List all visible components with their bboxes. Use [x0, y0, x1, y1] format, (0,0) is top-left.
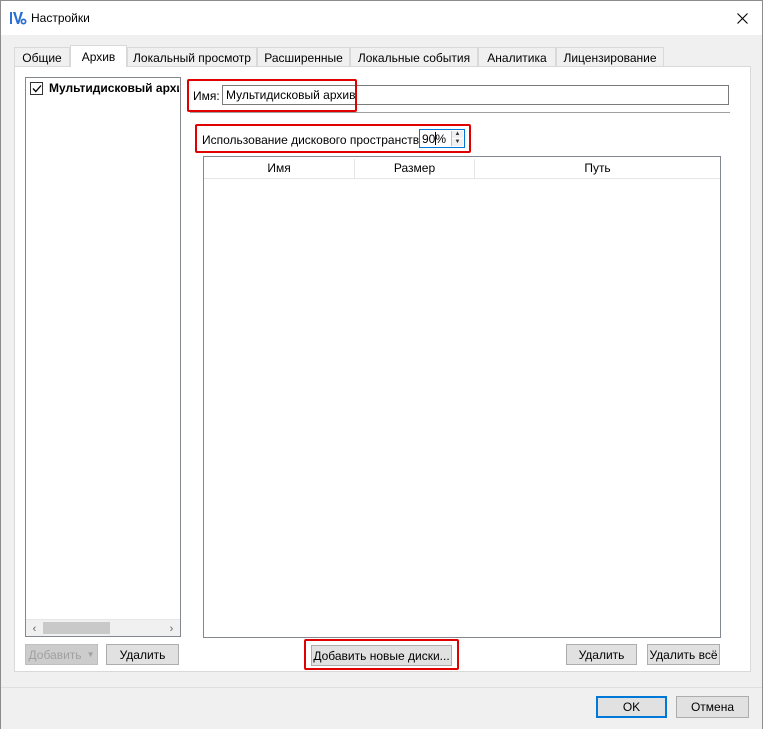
settings-window: Настройки Общие Архив Локальный просмотр… [0, 0, 763, 729]
chevron-down-icon: ▼ [86, 650, 95, 659]
scroll-right-icon[interactable]: › [163, 620, 180, 637]
title-bar: Настройки [1, 1, 762, 35]
tab-licensing[interactable]: Лицензирование [556, 47, 664, 67]
checkmark-icon [32, 84, 41, 92]
archive-name-input[interactable] [222, 85, 729, 105]
disks-table[interactable]: Имя Размер Путь [203, 156, 721, 638]
tab-analytics[interactable]: Аналитика [478, 47, 556, 67]
list-item-multidisk-archive[interactable]: Мультидисковый архив [27, 79, 179, 97]
spin-up-icon[interactable]: ▲ [452, 131, 463, 138]
add-archive-button[interactable]: Добавить ▼ [25, 644, 98, 665]
cancel-button[interactable]: Отмена [676, 696, 749, 718]
delete-all-disks-button[interactable]: Удалить всё [647, 644, 720, 665]
tab-local-events[interactable]: Локальные события [350, 47, 478, 67]
add-archive-label: Добавить [28, 647, 82, 662]
name-label: Имя: [193, 89, 220, 103]
archive-item-label: Мультидисковый архив [49, 81, 179, 95]
tab-advanced[interactable]: Расширенные [257, 47, 350, 67]
separator-line [190, 112, 730, 113]
dialog-footer: OK Отмена [1, 687, 762, 729]
disk-usage-label: Использование дискового пространства: [202, 133, 429, 147]
tab-local-view[interactable]: Локальный просмотр [127, 47, 257, 67]
tab-general[interactable]: Общие [14, 47, 70, 67]
archive-checkbox[interactable] [30, 81, 43, 95]
add-new-disks-button[interactable]: Добавить новые диски... [311, 645, 452, 666]
archive-tab-panel: Мультидисковый архив ‹ › Добавить ▼ Удал… [14, 66, 751, 672]
ok-button[interactable]: OK [596, 696, 667, 718]
archive-list: Мультидисковый архив ‹ › [25, 77, 181, 637]
window-title: Настройки [31, 11, 90, 25]
close-button[interactable] [728, 5, 756, 31]
column-size[interactable]: Размер [355, 157, 474, 179]
delete-archive-button[interactable]: Удалить [106, 644, 179, 665]
tab-archive[interactable]: Архив [70, 45, 127, 67]
spin-down-icon[interactable]: ▼ [452, 139, 463, 146]
delete-disk-button[interactable]: Удалить [566, 644, 637, 665]
column-name[interactable]: Имя [204, 157, 354, 179]
close-icon [736, 12, 748, 24]
column-path[interactable]: Путь [475, 157, 720, 179]
horizontal-scrollbar[interactable]: ‹ › [26, 619, 180, 636]
disk-usage-spinbox[interactable]: 90% ▲ ▼ [419, 129, 465, 148]
scrollbar-thumb[interactable] [43, 622, 110, 634]
table-header: Имя Размер Путь [204, 157, 720, 179]
spin-buttons: ▲ ▼ [451, 131, 463, 146]
scroll-left-icon[interactable]: ‹ [26, 620, 43, 637]
text-caret [435, 132, 436, 145]
app-logo-icon [10, 12, 27, 25]
